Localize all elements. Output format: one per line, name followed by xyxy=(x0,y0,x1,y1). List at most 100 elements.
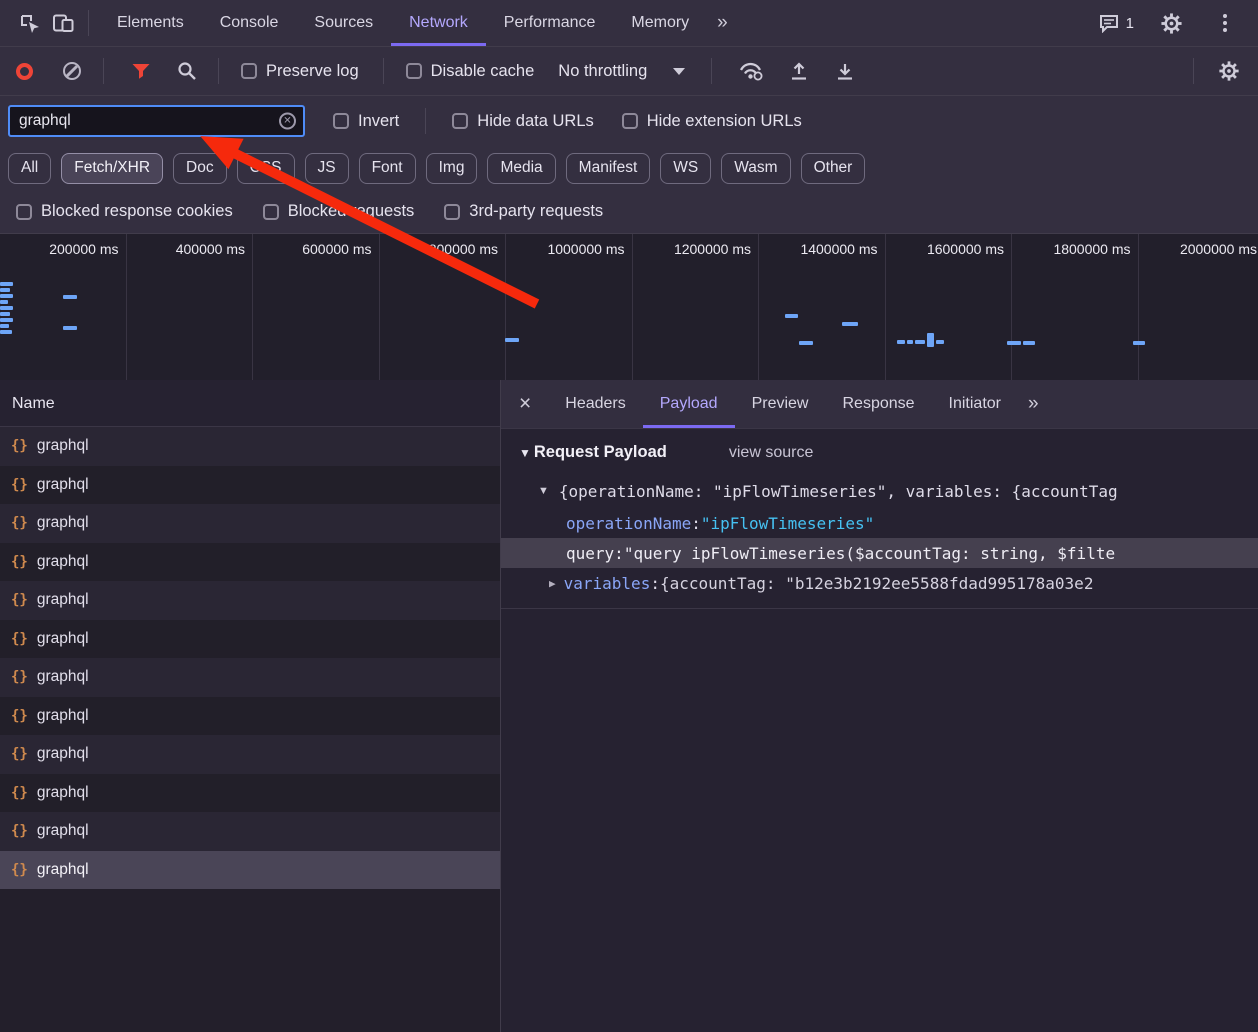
checkbox-label: Blocked response cookies xyxy=(41,202,233,221)
tab-network[interactable]: Network xyxy=(391,0,486,46)
payload-value: "query ipFlowTimeseries($accountTag: str… xyxy=(624,544,1115,563)
hide-data-urls-checkbox[interactable]: Hide data URLs xyxy=(452,112,593,131)
tab-elements[interactable]: Elements xyxy=(99,0,202,46)
settings-gear-icon[interactable] xyxy=(1154,6,1188,40)
request-details-tabbar: × HeadersPayloadPreviewResponseInitiator… xyxy=(501,380,1258,429)
record-network-log-button[interactable] xyxy=(16,63,33,80)
filter-chip-img[interactable]: Img xyxy=(426,153,478,184)
checkbox-box[interactable] xyxy=(406,63,422,79)
request-name: graphql xyxy=(37,668,89,686)
network-filter-input[interactable] xyxy=(10,112,303,130)
network-settings-gear-icon[interactable] xyxy=(1212,54,1246,88)
payload-root-node[interactable]: ▼ {operationName: "ipFlowTimeseries", va… xyxy=(501,478,1258,504)
tab-performance[interactable]: Performance xyxy=(486,0,614,46)
payload-key: operationName xyxy=(566,514,691,533)
filter-chip-manifest[interactable]: Manifest xyxy=(566,153,651,184)
devtools-tabbar: ElementsConsoleSourcesNetworkPerformance… xyxy=(0,0,1258,47)
name-column-header[interactable]: Name xyxy=(0,380,500,427)
checkbox-box[interactable] xyxy=(16,204,32,220)
request-timing-bar xyxy=(799,341,813,345)
detail-tab-response[interactable]: Response xyxy=(825,380,931,428)
checkbox-blocked-requests[interactable]: Blocked requests xyxy=(263,202,415,221)
request-row[interactable]: {}graphql xyxy=(0,504,500,543)
checkbox-3rd-party-requests[interactable]: 3rd-party requests xyxy=(444,202,603,221)
checkbox-box[interactable] xyxy=(333,113,349,129)
checkbox-label: Disable cache xyxy=(431,62,535,81)
checkbox-label: 3rd-party requests xyxy=(469,202,603,221)
detail-tab-headers[interactable]: Headers xyxy=(548,380,642,428)
disable-cache-checkbox[interactable]: Disable cache xyxy=(406,62,535,81)
detail-tabs: HeadersPayloadPreviewResponseInitiator xyxy=(548,380,1018,428)
view-source-link[interactable]: view source xyxy=(729,444,813,462)
payload-panel: ▼ Request Payload view source ▼ {operati… xyxy=(501,429,1258,609)
filter-chip-media[interactable]: Media xyxy=(487,153,555,184)
more-detail-tabs-chevron-icon[interactable]: » xyxy=(1018,393,1049,415)
detail-tab-preview[interactable]: Preview xyxy=(735,380,826,428)
request-row[interactable]: {}graphql xyxy=(0,581,500,620)
detail-tab-payload[interactable]: Payload xyxy=(643,380,735,428)
separator xyxy=(103,58,104,84)
checkbox-box[interactable] xyxy=(622,113,638,129)
filter-chip-ws[interactable]: WS xyxy=(660,153,711,184)
invert-checkbox[interactable]: Invert xyxy=(333,112,399,131)
request-payload-section-header[interactable]: ▼ Request Payload view source xyxy=(501,443,1258,462)
tab-memory[interactable]: Memory xyxy=(613,0,707,46)
request-row[interactable]: {}graphql xyxy=(0,851,500,890)
filter-chip-css[interactable]: CSS xyxy=(237,153,295,184)
payload-entry-query[interactable]: query: "query ipFlowTimeseries($accountT… xyxy=(501,538,1258,568)
request-row[interactable]: {}graphql xyxy=(0,774,500,813)
request-row[interactable]: {}graphql xyxy=(0,658,500,697)
collapse-triangle-icon[interactable]: ▼ xyxy=(538,485,549,497)
more-panels-chevron-icon[interactable]: » xyxy=(707,12,738,34)
request-row[interactable]: {}graphql xyxy=(0,427,500,466)
console-messages-button[interactable]: 1 xyxy=(1099,13,1134,33)
chevron-down-icon xyxy=(673,68,685,75)
checkbox-blocked-response-cookies[interactable]: Blocked response cookies xyxy=(16,202,233,221)
filter-funnel-icon[interactable] xyxy=(124,54,158,88)
payload-entry-operationname[interactable]: operationName: "ipFlowTimeseries" xyxy=(501,508,1258,538)
import-har-icon[interactable] xyxy=(828,54,862,88)
tabbar-right-controls: 1 xyxy=(1099,6,1258,40)
checkbox-box[interactable] xyxy=(263,204,279,220)
clear-filter-icon[interactable]: ✕ xyxy=(279,113,296,130)
filter-chip-other[interactable]: Other xyxy=(801,153,866,184)
tab-console[interactable]: Console xyxy=(202,0,297,46)
payload-entry-variables[interactable]: ▶variables: {accountTag: "b12e3b2192ee55… xyxy=(501,568,1258,598)
collapse-triangle-icon[interactable]: ▼ xyxy=(519,446,531,460)
request-row[interactable]: {}graphql xyxy=(0,812,500,851)
tab-sources[interactable]: Sources xyxy=(296,0,391,46)
device-toolbar-icon[interactable] xyxy=(46,6,80,40)
filter-chip-js[interactable]: JS xyxy=(305,153,349,184)
filter-chip-fetch-xhr[interactable]: Fetch/XHR xyxy=(61,153,163,184)
request-row[interactable]: {}graphql xyxy=(0,697,500,736)
network-overview-timeline[interactable]: 200000 ms400000 ms600000 ms800000 ms1000… xyxy=(0,233,1258,380)
request-row[interactable]: {}graphql xyxy=(0,466,500,505)
request-timing-bar xyxy=(915,340,925,344)
request-row[interactable]: {}graphql xyxy=(0,620,500,659)
inspect-element-icon[interactable] xyxy=(12,6,46,40)
kebab-menu-icon[interactable] xyxy=(1208,6,1242,40)
network-split-view: Name {}graphql{}graphql{}graphql{}graphq… xyxy=(0,380,1258,1032)
request-row[interactable]: {}graphql xyxy=(0,735,500,774)
filter-chip-all[interactable]: All xyxy=(8,153,51,184)
request-name: graphql xyxy=(37,707,89,725)
close-details-icon[interactable]: × xyxy=(501,392,548,416)
checkbox-box[interactable] xyxy=(241,63,257,79)
filter-chip-font[interactable]: Font xyxy=(359,153,416,184)
expand-arrow-icon[interactable]: ▶ xyxy=(549,577,556,590)
checkbox-box[interactable] xyxy=(452,113,468,129)
request-row[interactable]: {}graphql xyxy=(0,543,500,582)
network-conditions-icon[interactable] xyxy=(734,54,768,88)
search-icon[interactable] xyxy=(170,54,204,88)
filter-chip-wasm[interactable]: Wasm xyxy=(721,153,790,184)
hide-extension-urls-checkbox[interactable]: Hide extension URLs xyxy=(622,112,802,131)
checkbox-box[interactable] xyxy=(444,204,460,220)
export-har-icon[interactable] xyxy=(782,54,816,88)
detail-tab-initiator[interactable]: Initiator xyxy=(932,380,1018,428)
preserve-log-checkbox[interactable]: Preserve log xyxy=(241,62,359,81)
separator xyxy=(88,10,89,36)
request-timing-bar xyxy=(0,330,12,334)
clear-network-log-icon[interactable] xyxy=(63,62,81,80)
throttling-dropdown[interactable]: No throttling xyxy=(558,62,685,81)
filter-chip-doc[interactable]: Doc xyxy=(173,153,227,184)
